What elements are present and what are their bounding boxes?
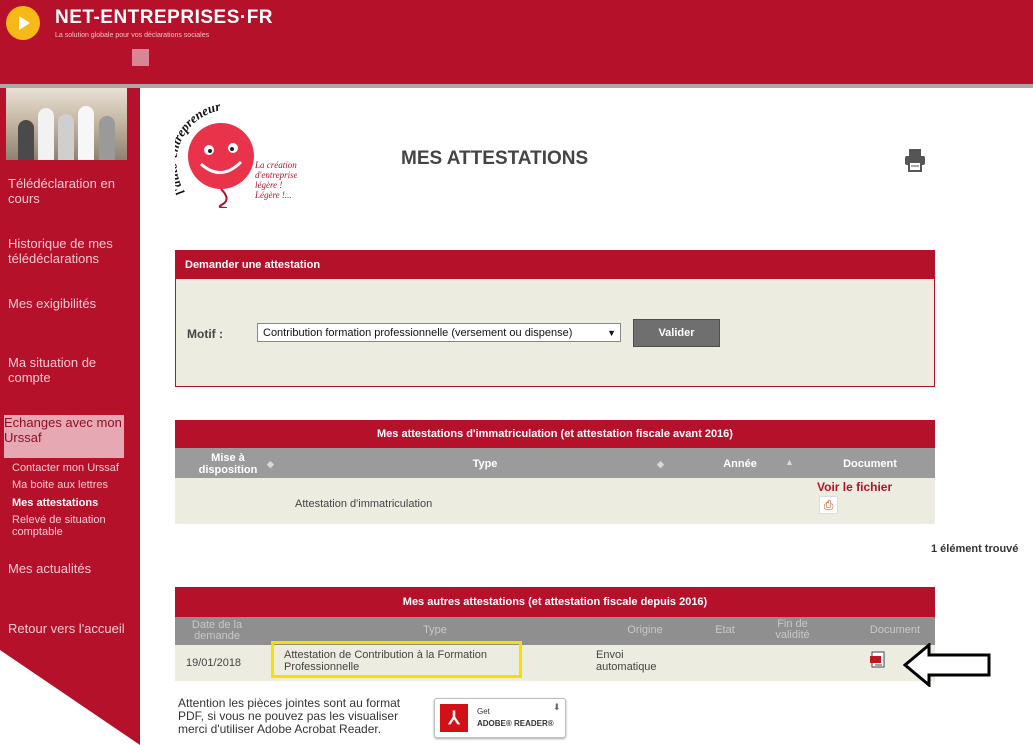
- page-title: MES ATTESTATIONS: [401, 148, 589, 169]
- brand-tagline: La solution globale pour vos déclaration…: [55, 32, 210, 39]
- valider-button[interactable]: Valider: [633, 319, 720, 347]
- table1-header: Mise à disposition ◆ Type ◆ Année ▲ Docu…: [175, 448, 935, 478]
- pdf-document-icon[interactable]: [869, 651, 887, 669]
- col-document: Document: [843, 458, 897, 470]
- header-divider: [0, 84, 1033, 88]
- highlight-box: [271, 641, 522, 678]
- voir-fichier-link[interactable]: Voir le fichier: [817, 480, 892, 494]
- sidebar-item-exigibilites[interactable]: Mes exigibilités: [8, 296, 128, 311]
- col-origine[interactable]: Origine: [615, 625, 675, 636]
- col-fin-validite[interactable]: Fin de validité: [770, 619, 815, 641]
- sort-icon[interactable]: ▲: [785, 456, 794, 468]
- sidebar-item-teledeclaration[interactable]: Télédéclaration en cours: [8, 176, 128, 206]
- sidebar-item-historique[interactable]: Historique de mes télédéclarations: [8, 236, 128, 266]
- col-type[interactable]: Type: [325, 458, 645, 470]
- adobe-get-label: Get: [477, 707, 490, 716]
- row-type: Attestation d'immatriculation: [295, 498, 433, 510]
- chevron-down-icon: ▼: [607, 328, 616, 338]
- sidebar-item-actualites[interactable]: Mes actualités: [8, 561, 128, 576]
- col-type[interactable]: Type: [355, 625, 515, 636]
- sort-icon[interactable]: ◆: [267, 458, 274, 470]
- sidebar-item-situation[interactable]: Ma situation de compte: [8, 355, 128, 385]
- adobe-pdf-icon: ⅄: [440, 704, 468, 732]
- net-entreprises-play-icon[interactable]: [6, 6, 40, 40]
- motif-select-value: Contribution formation professionnelle (…: [263, 327, 573, 339]
- sidebar-photo: [6, 88, 127, 160]
- table-row: Attestation d'immatriculation Voir le fi…: [175, 478, 935, 524]
- motif-label: Motif :: [187, 327, 223, 341]
- sidebar-subitem-contacter[interactable]: Contacter mon Urssaf: [12, 462, 137, 474]
- header-square-icon: [132, 49, 149, 66]
- arrow-annotation-icon: [903, 643, 991, 687]
- sidebar-item-echanges[interactable]: Echanges avec mon Urssaf: [4, 415, 124, 458]
- col-etat[interactable]: Etat: [705, 625, 745, 636]
- logo-slogan: La création d'entreprise légère ! Légère…: [255, 160, 297, 200]
- download-icon: ⬇: [553, 702, 561, 712]
- brand-name[interactable]: NET-ENTREPRISES·FR: [55, 7, 273, 29]
- adobe-reader-label: ADOBE® READER®: [477, 719, 554, 728]
- adobe-reader-button[interactable]: ⅄ Get ADOBE® READER® ⬇: [434, 698, 566, 738]
- sidebar-subitem-releve[interactable]: Relevé de situation comptable: [12, 514, 127, 538]
- table2-title: Mes autres attestations (et attestation …: [175, 587, 935, 617]
- col-mise-a-disposition[interactable]: Mise à disposition: [193, 452, 263, 476]
- sidebar-item-accueil[interactable]: Retour vers l'accueil: [8, 621, 138, 636]
- sidebar-corner: [0, 650, 140, 745]
- row-date: 19/01/2018: [186, 657, 242, 669]
- sidebar-subitem-boite[interactable]: Ma boite aux lettres: [12, 479, 137, 491]
- result-count: 1 élément trouvé: [931, 543, 1019, 555]
- auto-entrepreneur-logo: l'auto-entrepreneur La création d'entrep…: [175, 104, 297, 208]
- row-origine: Envoi automatique: [596, 649, 657, 673]
- motif-select[interactable]: Contribution formation professionnelle (…: [257, 323, 621, 342]
- attachment-icon[interactable]: ⎙: [819, 496, 838, 514]
- request-panel-header: Demander une attestation: [176, 251, 934, 279]
- pdf-warning-text: Attention les pièces jointes sont au for…: [178, 696, 401, 736]
- col-date-demande[interactable]: Date de la demande: [183, 620, 251, 642]
- table1-title: Mes attestations d'immatriculation (et a…: [175, 420, 935, 448]
- sidebar-subitem-attestations[interactable]: Mes attestations: [12, 497, 137, 509]
- request-panel: Demander une attestation Motif : Contrib…: [175, 250, 935, 387]
- print-icon[interactable]: [904, 148, 926, 172]
- col-document: Document: [869, 624, 921, 636]
- col-annee[interactable]: Année: [705, 458, 775, 470]
- sort-icon[interactable]: ◆: [657, 458, 664, 470]
